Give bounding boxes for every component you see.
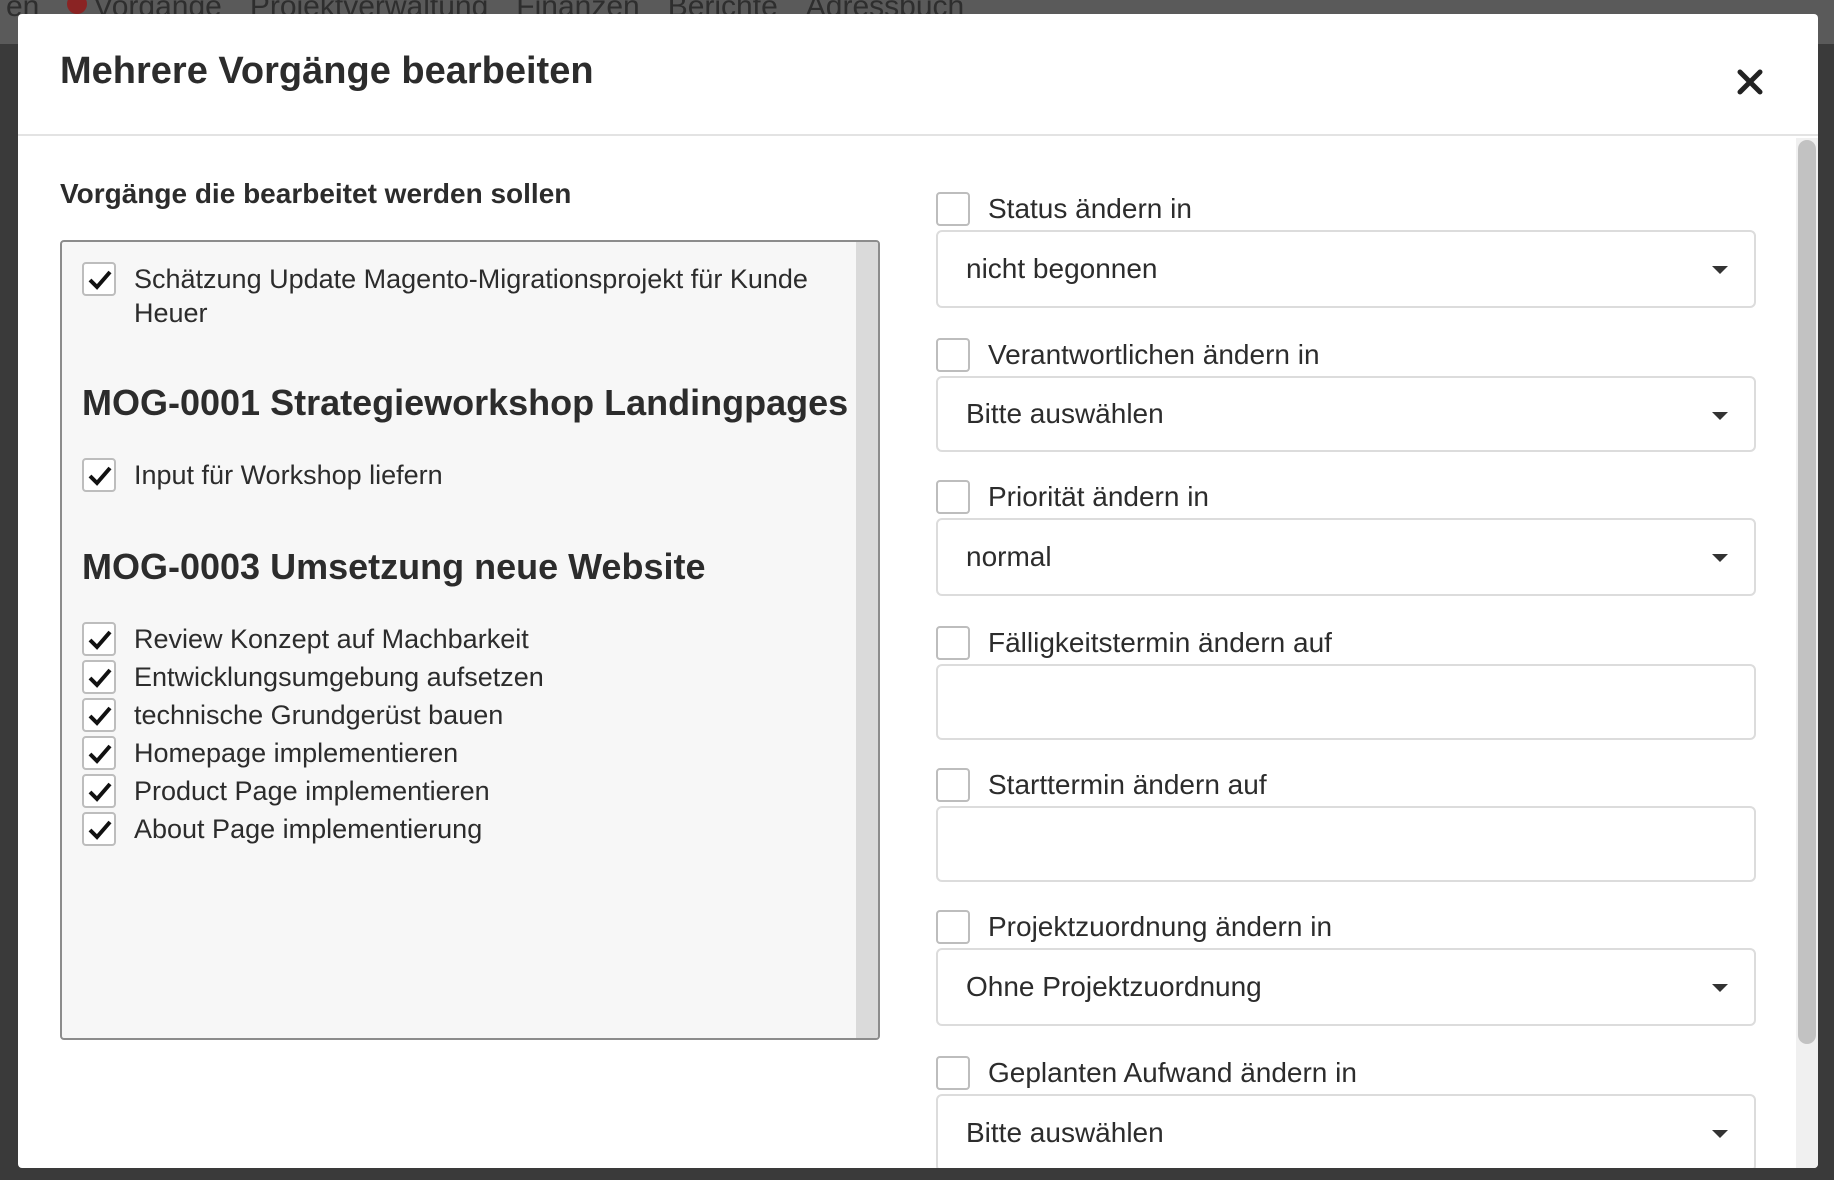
bg-nav-item: Projektverwaltung	[249, 0, 489, 23]
assignee-select[interactable]: Bitte auswählen	[936, 376, 1756, 452]
start-date-change-checkbox[interactable]	[936, 768, 970, 802]
task-item: Schätzung Update Magento-Migrationsproje…	[82, 262, 822, 330]
priority-select[interactable]: normal	[936, 518, 1756, 596]
checkmark-icon	[88, 782, 112, 802]
modal-body: Vorgänge die bearbeitet werden sollen Sc…	[18, 138, 1818, 1168]
bg-nav-item: Berichte	[667, 0, 778, 23]
bg-nav-item-vorgaenge: Vorgänge	[67, 0, 222, 22]
task-label: About Page implementierung	[134, 814, 483, 844]
project-change-checkbox[interactable]	[936, 910, 970, 944]
close-button[interactable]	[1730, 62, 1770, 102]
modal-scrollbar[interactable]	[1796, 138, 1818, 1168]
effort-change-checkbox[interactable]	[936, 1056, 970, 1090]
task-label: Input für Workshop liefern	[134, 460, 443, 490]
start-date-change-label: Starttermin ändern auf	[936, 768, 1267, 802]
task-item: About Page implementierung	[82, 812, 822, 846]
assignee-change-checkbox[interactable]	[936, 338, 970, 372]
task-checkbox[interactable]	[82, 698, 116, 732]
task-checkbox[interactable]	[82, 774, 116, 808]
notification-dot-icon	[67, 0, 88, 14]
task-checkbox[interactable]	[82, 622, 116, 656]
bulk-edit-modal: Mehrere Vorgänge bearbeiten Vorgänge die…	[18, 14, 1818, 1168]
task-item: Homepage implementieren	[82, 736, 822, 770]
chevron-down-icon	[1712, 266, 1728, 274]
task-label: technische Grundgerüst bauen	[134, 700, 504, 730]
task-item: technische Grundgerüst bauen	[82, 698, 822, 732]
task-checkbox[interactable]	[82, 262, 116, 296]
due-date-input[interactable]	[936, 664, 1756, 740]
bg-nav-item: en	[6, 0, 40, 23]
bg-nav-item: Adressbuch	[805, 0, 965, 23]
group-title: MOG-0003 Umsetzung neue Website	[82, 546, 706, 587]
task-list-box: Schätzung Update Magento-Migrationsproje…	[60, 240, 880, 1040]
checkmark-icon	[88, 820, 112, 840]
task-item: Product Page implementieren	[82, 774, 822, 808]
assignee-change-label: Verantwortlichen ändern in	[936, 338, 1320, 372]
project-select[interactable]: Ohne Projektzuordnung	[936, 948, 1756, 1026]
group-title: MOG-0001 Strategieworkshop Landingpages	[82, 382, 849, 423]
task-list-scrollbar[interactable]	[856, 242, 878, 1038]
task-label: Review Konzept auf Machbarkeit	[134, 624, 529, 654]
chevron-down-icon	[1712, 984, 1728, 992]
task-label: Homepage implementieren	[134, 738, 459, 768]
task-item: Input für Workshop liefern	[82, 458, 822, 492]
modal-title: Mehrere Vorgänge bearbeiten	[60, 50, 594, 92]
chevron-down-icon	[1712, 554, 1728, 562]
bg-nav-item: Finanzen	[516, 0, 640, 23]
task-item: Entwicklungsumgebung aufsetzen	[82, 660, 822, 694]
priority-change-label: Priorität ändern in	[936, 480, 1209, 514]
close-icon	[1737, 69, 1763, 95]
chevron-down-icon	[1712, 412, 1728, 420]
modal-scrollbar-thumb[interactable]	[1798, 140, 1816, 1044]
start-date-input[interactable]	[936, 806, 1756, 882]
task-label: Entwicklungsumgebung aufsetzen	[134, 662, 544, 692]
priority-change-checkbox[interactable]	[936, 480, 970, 514]
chevron-down-icon	[1712, 1130, 1728, 1138]
status-change-label: Status ändern in	[936, 192, 1192, 226]
checkmark-icon	[88, 630, 112, 650]
status-select[interactable]: nicht begonnen	[936, 230, 1756, 308]
due-date-change-checkbox[interactable]	[936, 626, 970, 660]
checkmark-icon	[88, 466, 112, 486]
task-checkbox[interactable]	[82, 660, 116, 694]
status-change-checkbox[interactable]	[936, 192, 970, 226]
checkmark-icon	[88, 706, 112, 726]
task-item: Review Konzept auf Machbarkeit	[82, 622, 822, 656]
modal-header: Mehrere Vorgänge bearbeiten	[18, 14, 1818, 136]
checkmark-icon	[88, 744, 112, 764]
effort-select[interactable]: Bitte auswählen	[936, 1094, 1756, 1168]
checkmark-icon	[88, 668, 112, 688]
checkmark-icon	[88, 270, 112, 290]
task-checkbox[interactable]	[82, 812, 116, 846]
task-label: Schätzung Update Magento-Migrationsproje…	[134, 264, 808, 328]
project-change-label: Projektzuordnung ändern in	[936, 910, 1332, 944]
task-checkbox[interactable]	[82, 458, 116, 492]
task-checkbox[interactable]	[82, 736, 116, 770]
task-label: Product Page implementieren	[134, 776, 490, 806]
section-title: Vorgänge die bearbeitet werden sollen	[60, 178, 572, 209]
effort-change-label: Geplanten Aufwand ändern in	[936, 1056, 1357, 1090]
due-date-change-label: Fälligkeitstermin ändern auf	[936, 626, 1332, 660]
